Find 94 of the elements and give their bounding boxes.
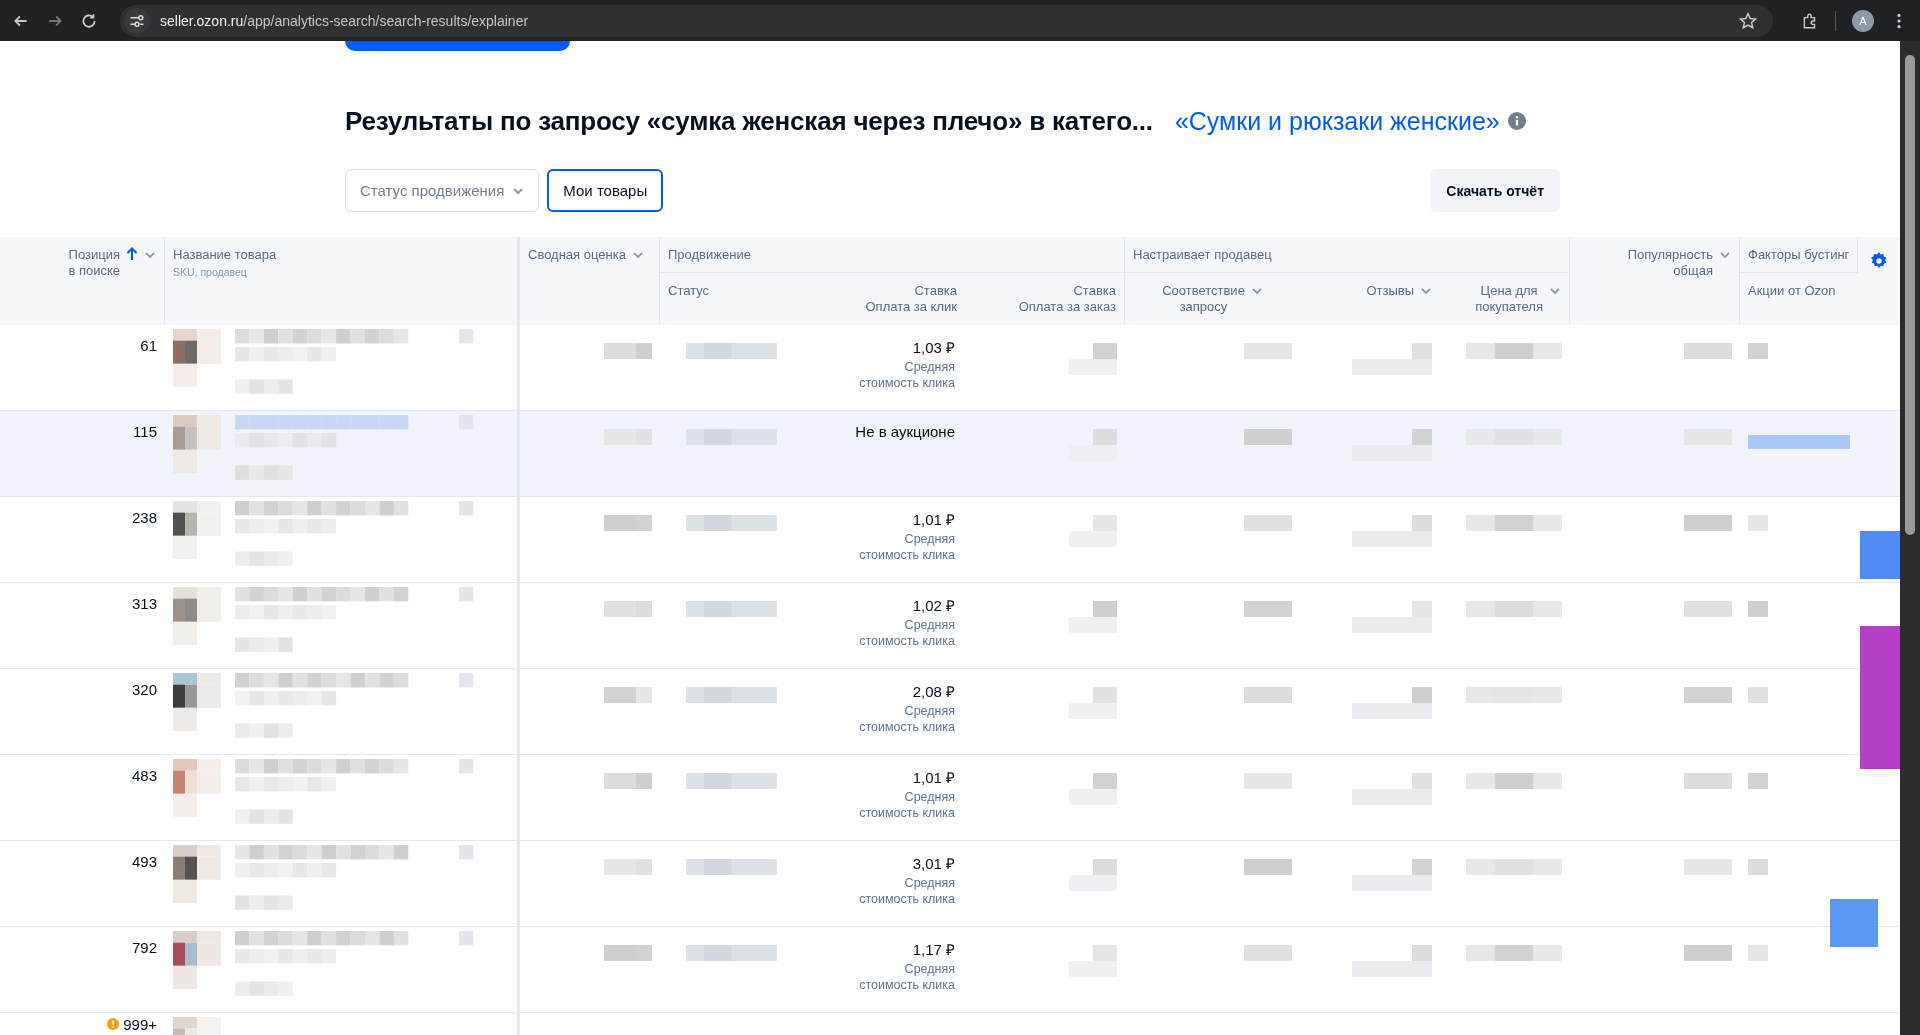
url-text: seller.ozon.ru/app/analytics-search/search-results/explainer [160, 12, 530, 29]
redacted-text [604, 515, 652, 531]
position-number: 792 [131, 939, 157, 956]
chevron-down-icon [1719, 249, 1731, 261]
bid-note: Средняя стоимость клика [859, 531, 955, 563]
column-header: Акции от Ozon [1747, 282, 1837, 300]
page-title: Результаты по запросу «сумка женская через плечо» в катего... [345, 105, 1153, 137]
redacted-text [604, 687, 652, 703]
position-number: 115 [133, 423, 157, 440]
column-group-header: Факторы бустинг [1740, 237, 1858, 273]
chevron-down-icon[interactable] [144, 249, 156, 261]
column-header: Статус [667, 282, 711, 300]
redacted-text [1748, 687, 1768, 703]
bid-price: 2,08 ₽ [912, 682, 955, 701]
filter-toggle[interactable]: Мои товары [547, 169, 664, 212]
redacted-text [1069, 773, 1117, 805]
reload-icon[interactable] [80, 11, 98, 30]
redacted-text [1748, 343, 1768, 359]
site-settings-icon[interactable] [124, 7, 150, 34]
redacted-text [1069, 429, 1117, 461]
redacted-text [1244, 343, 1292, 359]
redacted-text [1684, 859, 1732, 875]
redacted-text [1684, 773, 1732, 789]
chevron-down-icon [1549, 285, 1561, 297]
primary-button[interactable] [345, 41, 570, 51]
profile-avatar[interactable]: A [1852, 9, 1874, 32]
category-link[interactable]: «Сумки и рюкзаки женские» [1174, 106, 1500, 136]
redacted-text [1069, 859, 1117, 891]
redacted-text [1069, 343, 1117, 375]
position-number: 483 [131, 767, 157, 784]
download-report-button[interactable]: Скачать отчёт [1430, 169, 1560, 212]
redacted-block [1830, 899, 1878, 947]
bid-note: Средняя стоимость клика [859, 703, 955, 735]
auction-status: Не в аукционе [855, 423, 955, 440]
scrollbar[interactable] [1900, 41, 1920, 1035]
star-icon[interactable] [1739, 11, 1757, 30]
column-group-header: Продвижение [660, 237, 1125, 273]
redacted-text [1069, 945, 1117, 977]
column-header[interactable]: Соответствие запросу [1125, 273, 1300, 325]
redacted-text [1244, 515, 1292, 531]
redacted-text [1748, 773, 1768, 789]
column-header[interactable]: Отзывы [1300, 273, 1440, 325]
position-number: 61 [140, 337, 157, 354]
column-group-header: Настраивает продавец [1125, 237, 1570, 273]
redacted-text [1748, 601, 1768, 617]
bid-price: 1,17 ₽ [912, 940, 955, 959]
redacted-text [604, 859, 652, 875]
redacted-text [1684, 945, 1732, 961]
bid-price: 1,02 ₽ [912, 596, 955, 615]
position-number: 320 [131, 681, 157, 698]
bid-price: 3,01 ₽ [912, 854, 955, 873]
redacted-text [1748, 515, 1768, 531]
redacted-text [604, 773, 652, 789]
redacted-text [1069, 687, 1117, 719]
redacted-text [1244, 773, 1292, 789]
redacted-block [1860, 531, 1900, 579]
redacted-text [1684, 343, 1732, 359]
chevron-down-icon [1250, 285, 1263, 297]
bid-note: Средняя стоимость клика [859, 789, 955, 821]
redacted-text [1684, 687, 1732, 703]
bid-price: 1,01 ₽ [912, 510, 955, 529]
redacted-text [604, 601, 652, 617]
column-header: Ставка Оплата за клик [864, 282, 958, 316]
redacted-text [1748, 859, 1768, 875]
info-icon[interactable] [1507, 112, 1526, 130]
position-number: 238 [131, 509, 157, 526]
position-number: 313 [131, 595, 157, 612]
bid-price: 1,03 ₽ [912, 338, 955, 357]
column-header: Название товара [173, 247, 277, 262]
column-subheader: SKU, продавец [173, 266, 247, 278]
position-number: 493 [131, 853, 157, 870]
redacted-text [1244, 945, 1292, 961]
bid-note: Средняя стоимость клика [859, 875, 955, 907]
chevron-down-icon [1420, 285, 1432, 297]
redacted-text [1244, 687, 1292, 703]
sort-up-icon[interactable] [126, 247, 138, 261]
redacted-text [1244, 429, 1292, 445]
redacted-text [1069, 515, 1117, 547]
bid-note: Средняя стоимость клика [859, 617, 955, 649]
bid-note: Средняя стоимость клика [859, 359, 955, 391]
promotion-status-dropdown[interactable]: Статус продвижения [345, 169, 540, 212]
redacted-text [604, 343, 652, 359]
redacted-text [1244, 601, 1292, 617]
redacted-text [604, 945, 652, 961]
bid-note: Средняя стоимость клика [859, 961, 955, 993]
redacted-text [1684, 601, 1732, 617]
redacted-text [1244, 859, 1292, 875]
redacted-text [1069, 601, 1117, 633]
position-number: 999+ [123, 1016, 157, 1033]
redacted-text [1684, 515, 1732, 531]
redacted-text [1748, 945, 1768, 961]
address-bar[interactable]: seller.ozon.ru/app/analytics-search/search-results/explainer [120, 4, 1773, 37]
bid-price: 1,01 ₽ [912, 768, 955, 787]
chevron-down-icon [631, 249, 644, 261]
